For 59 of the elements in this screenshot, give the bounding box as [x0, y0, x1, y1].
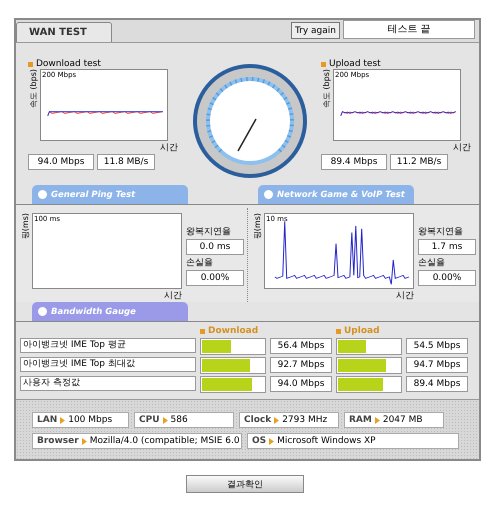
- axis-label: 시간: [395, 290, 414, 302]
- bullet-icon: [200, 328, 205, 334]
- info-value: 100 Mbps: [68, 415, 112, 425]
- speed-reading: 92.7 Mbps: [270, 357, 332, 373]
- info-value: Mozilla/4.0 (compatible; MSIE 6.0: [90, 436, 240, 446]
- latency-reading: 0.0 ms: [186, 239, 244, 255]
- axis-label: 시간: [159, 142, 178, 154]
- latency-reading: 1.7 ms: [418, 239, 476, 255]
- speed-reading: 89.4 Mbps: [406, 376, 468, 392]
- info-label: Clock: [244, 415, 272, 425]
- bullet-icon: [321, 62, 326, 66]
- loss-label: 손실율: [186, 257, 214, 269]
- loss-reading: 0.00%: [186, 270, 244, 286]
- axis-label: 시간: [163, 290, 182, 302]
- speed-reading: 89.4 Mbps: [321, 154, 387, 170]
- axis-label: 핑(ms): [252, 213, 263, 240]
- confirm-button[interactable]: 결과확인: [186, 475, 304, 493]
- speed-reading: 56.4 Mbps: [270, 338, 332, 354]
- info-value: 586: [170, 415, 188, 425]
- speed-reading: 54.5 Mbps: [406, 338, 468, 354]
- triangle-icon: [274, 416, 280, 424]
- info-value: Microsoft Windows XP: [277, 436, 376, 446]
- bullet-icon: [28, 62, 33, 66]
- speed-reading: 11.2 MB/s: [390, 154, 448, 170]
- latency-label: 왕복지연율: [418, 226, 464, 238]
- triangle-icon: [374, 416, 380, 424]
- speed-reading: 94.7 Mbps: [406, 357, 468, 373]
- info-label: LAN: [37, 415, 58, 425]
- axis-label: 핑(ms): [20, 213, 31, 240]
- info-value: 2047 MB: [382, 415, 423, 425]
- row-label: 아이뱅크넷 IME Top 최대값: [20, 357, 196, 372]
- bullet-icon: [336, 328, 341, 334]
- axis-label: 속도 (bps): [321, 69, 332, 108]
- axis-label: 시간: [452, 142, 471, 154]
- tab[interactable]: WAN TEST: [16, 22, 112, 42]
- info-label: CPU: [139, 415, 160, 425]
- speed-reading: 11.8 MB/s: [97, 154, 155, 170]
- speed-reading: 94.0 Mbps: [28, 154, 94, 170]
- info-label: Browser: [37, 436, 79, 446]
- info-value: 2793 MHz: [282, 415, 328, 425]
- row-label: 사용자 측정값: [20, 376, 196, 391]
- try-again-button[interactable]: Try again: [290, 22, 340, 39]
- test-title: Download test: [36, 59, 101, 69]
- row-label: 아이뱅크넷 IME Top 평균: [20, 338, 196, 353]
- triangle-icon: [269, 438, 274, 444]
- triangle-icon: [60, 416, 66, 424]
- axis-label: 속도 (bps): [28, 69, 39, 108]
- test-title: Upload test: [329, 59, 381, 69]
- info-label: RAM: [349, 415, 372, 425]
- status-field: 테스트 끝: [343, 20, 475, 39]
- loss-reading: 0.00%: [418, 270, 476, 286]
- latency-label: 왕복지연율: [186, 226, 232, 238]
- loss-label: 손실율: [418, 257, 446, 269]
- triangle-icon: [162, 416, 168, 424]
- column-header: Upload: [344, 326, 380, 336]
- info-label: OS: [252, 436, 266, 446]
- triangle-icon: [82, 438, 87, 444]
- column-header: Download: [208, 326, 258, 336]
- speed-reading: 94.0 Mbps: [270, 376, 332, 392]
